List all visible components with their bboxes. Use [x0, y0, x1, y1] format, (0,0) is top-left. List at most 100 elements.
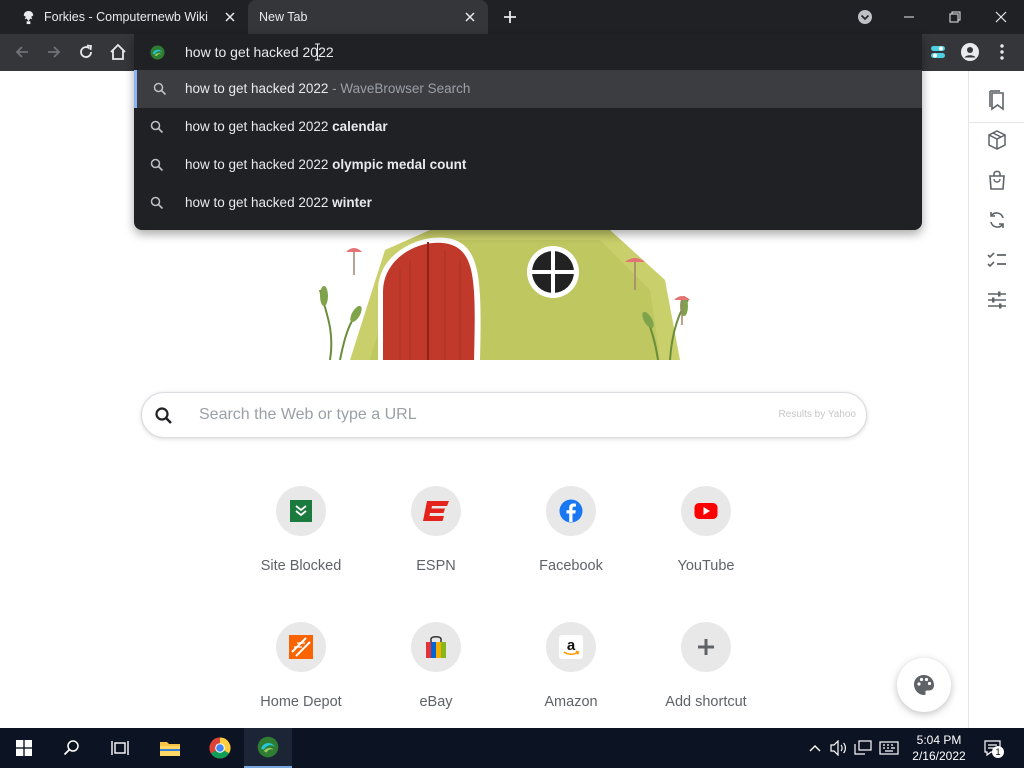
shopping-bag-icon[interactable] — [985, 168, 1009, 192]
close-tab-icon[interactable] — [462, 9, 478, 25]
shortcut-home-depot[interactable]: Home Depot — [241, 622, 361, 732]
menu-kebab-icon[interactable] — [988, 38, 1016, 66]
text-cursor-icon — [315, 43, 320, 61]
volume-icon[interactable] — [829, 738, 849, 758]
site-blocked-icon — [276, 486, 326, 536]
search-box[interactable]: Search the Web or type a URL Results by … — [141, 392, 867, 438]
shortcut-youtube[interactable]: YouTube — [646, 486, 766, 596]
checklist-icon[interactable] — [985, 248, 1009, 272]
search-icon — [153, 82, 167, 96]
espn-icon — [411, 486, 461, 536]
shortcut-ebay[interactable]: eBay — [376, 622, 496, 732]
wavebrowser-button[interactable] — [244, 728, 292, 768]
customize-theme-button[interactable] — [897, 658, 951, 712]
sync-icon[interactable] — [985, 208, 1009, 232]
keyboard-icon[interactable] — [879, 738, 899, 758]
forward-button[interactable] — [40, 38, 68, 66]
search-placeholder[interactable]: Search the Web or type a URL — [199, 406, 417, 424]
ebay-icon — [411, 622, 461, 672]
shortcut-facebook[interactable]: Facebook — [511, 486, 631, 596]
suggestion-text: how to get hacked 2022 — [185, 157, 333, 172]
close-window-button[interactable] — [978, 0, 1024, 34]
shortcut-espn[interactable]: ESPN — [376, 486, 496, 596]
tab-search-button[interactable] — [842, 0, 888, 34]
suggestion-item[interactable]: how to get hacked 2022 winter — [134, 184, 922, 222]
windows-logo-icon — [16, 740, 32, 756]
search-icon — [150, 196, 164, 210]
shortcut-label: Facebook — [539, 558, 603, 574]
search-icon — [150, 120, 164, 134]
task-view-button[interactable] — [96, 728, 144, 768]
new-tab-button[interactable] — [498, 5, 522, 29]
screen: Forkies - Computernewb Wiki New Tab how … — [0, 0, 1024, 768]
divider — [969, 122, 1024, 123]
shortcut-label: Amazon — [544, 694, 598, 710]
shortcut-site-blocked[interactable]: Site Blocked — [241, 486, 361, 596]
bookmarks-icon[interactable] — [985, 88, 1009, 112]
side-panel — [968, 71, 1024, 728]
notification-badge: 1 — [992, 746, 1004, 758]
suggestion-completion: calendar — [332, 119, 388, 134]
amazon-icon: a — [546, 622, 596, 672]
shortcut-label: YouTube — [677, 558, 735, 574]
restore-button[interactable] — [932, 0, 978, 34]
search-provider-label: Results by Yahoo — [778, 409, 856, 420]
suggestion-text: how to get hacked 2022 — [185, 81, 329, 96]
palette-icon — [914, 675, 934, 695]
search-icon — [155, 407, 172, 424]
suggestion-text: how to get hacked 2022 — [185, 119, 333, 134]
suggestion-item[interactable]: how to get hacked 2022 calendar — [134, 108, 922, 146]
tab-strip: Forkies - Computernewb Wiki New Tab — [0, 0, 1024, 34]
youtube-icon — [681, 486, 731, 536]
suggestion-item[interactable]: how to get hacked 2022 olympic medal cou… — [134, 146, 922, 184]
notifications-icon[interactable]: 1 — [983, 738, 1004, 758]
settings-sliders-icon[interactable] — [985, 288, 1009, 312]
fairy-house-illustration — [319, 230, 690, 360]
wavebrowser-logo-icon — [150, 45, 165, 60]
network-icon[interactable] — [853, 738, 873, 758]
suggestion-text: how to get hacked 2022 — [185, 195, 333, 210]
shortcut-label: Site Blocked — [260, 558, 342, 574]
shortcut-label: Add shortcut — [665, 694, 747, 710]
omnibox-input[interactable]: how to get hacked 2022 — [134, 34, 922, 70]
close-tab-icon[interactable] — [222, 9, 238, 25]
tab-forkies[interactable]: Forkies - Computernewb Wiki — [8, 0, 248, 34]
profile-icon[interactable] — [956, 38, 984, 66]
back-button[interactable] — [8, 38, 36, 66]
system-clock[interactable]: 5:04 PM 2/16/2022 — [908, 732, 970, 764]
tab-title: New Tab — [259, 10, 308, 24]
tab-new-tab[interactable]: New Tab — [248, 0, 488, 34]
package-icon[interactable] — [985, 128, 1009, 152]
chrome-icon — [209, 737, 231, 759]
svg-text:a: a — [567, 637, 576, 654]
extension-icon[interactable] — [924, 38, 952, 66]
search-button[interactable] — [48, 728, 96, 768]
clock-date: 2/16/2022 — [912, 749, 966, 763]
file-explorer-button[interactable] — [146, 728, 194, 768]
task-view-icon — [111, 741, 129, 755]
shortcut-amazon[interactable]: a Amazon — [511, 622, 631, 732]
reload-button[interactable] — [72, 38, 100, 66]
home-depot-icon — [276, 622, 326, 672]
facebook-icon — [546, 486, 596, 536]
suggestion-completion: winter — [332, 195, 372, 210]
shortcut-label: eBay — [419, 694, 453, 710]
minimize-button[interactable] — [886, 0, 932, 34]
wavebrowser-icon — [257, 736, 279, 758]
chevron-up-icon[interactable] — [805, 738, 825, 758]
windows-taskbar: 5:04 PM 2/16/2022 1 — [0, 728, 1024, 768]
chrome-button[interactable] — [196, 728, 244, 768]
home-button[interactable] — [104, 38, 132, 66]
suggestion-item[interactable]: how to get hacked 2022 - WaveBrowser Sea… — [134, 70, 922, 108]
wiki-favicon-icon — [20, 9, 36, 25]
search-icon — [150, 158, 164, 172]
folder-icon — [160, 742, 180, 756]
shortcut-label: Home Depot — [260, 694, 342, 710]
shortcut-label: ESPN — [416, 558, 456, 574]
omnibox-dropdown: how to get hacked 2022 how to get hacked… — [134, 34, 922, 230]
start-button[interactable] — [0, 728, 48, 768]
add-shortcut-button[interactable]: Add shortcut — [646, 622, 766, 732]
omnibox-text[interactable]: how to get hacked 2022 — [185, 44, 334, 60]
suggestion-engine: - WaveBrowser Search — [328, 81, 471, 96]
plus-icon — [681, 622, 731, 672]
